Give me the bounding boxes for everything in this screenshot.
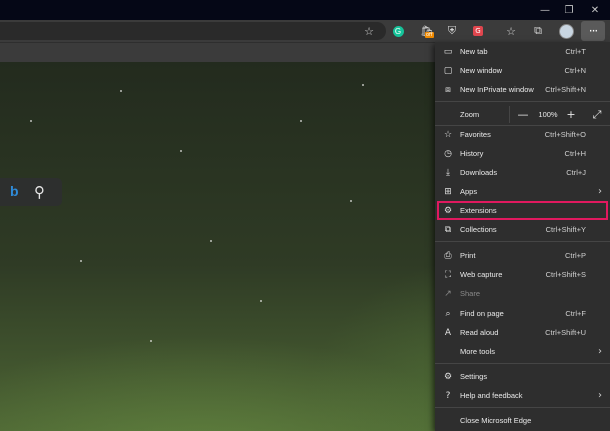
grammarly-extension-icon[interactable]: G bbox=[389, 22, 407, 40]
collections-icon[interactable]: ⧉ bbox=[529, 22, 547, 40]
zoom-row: Zoom — 100% + ⤢ bbox=[435, 105, 610, 124]
menu-item-find-on-page[interactable]: ⌕ Find on page Ctrl+F bbox=[435, 304, 610, 323]
menu-item-new-window[interactable]: ▢ New window Ctrl+N bbox=[435, 61, 610, 80]
menu-item-new-tab[interactable]: ▭ New tab Ctrl+T bbox=[435, 42, 610, 61]
menu-divider bbox=[435, 407, 610, 408]
star bbox=[180, 150, 182, 152]
zoom-label: Zoom bbox=[460, 110, 480, 119]
star bbox=[150, 340, 152, 342]
bing-logo: b bbox=[10, 183, 19, 199]
web-capture-icon: ⛶ bbox=[444, 269, 452, 280]
translate-extension-icon[interactable]: G bbox=[469, 22, 487, 40]
menu-item-downloads[interactable]: ⤓ Downloads Ctrl+J bbox=[435, 163, 610, 182]
collections-icon: ⧉ bbox=[444, 224, 452, 235]
zoom-divider bbox=[509, 106, 510, 123]
find-icon: ⌕ bbox=[445, 308, 451, 319]
menu-item-collections[interactable]: ⧉ Collections Ctrl+Shift+Y bbox=[435, 220, 610, 239]
chevron-right-icon: › bbox=[598, 390, 602, 401]
menu-item-new-inprivate-window[interactable]: ⧈ New InPrivate window Ctrl+Shift+N bbox=[435, 80, 610, 99]
chevron-right-icon: › bbox=[598, 346, 602, 357]
menu-item-web-capture[interactable]: ⛶ Web capture Ctrl+Shift+S bbox=[435, 265, 610, 284]
apps-icon: ⊞ bbox=[444, 186, 452, 197]
favorites-icon[interactable]: ☆ bbox=[502, 22, 520, 40]
shield-extension-icon[interactable]: ⛨ bbox=[443, 22, 461, 40]
zoom-in-button[interactable]: + bbox=[563, 105, 579, 124]
star bbox=[30, 120, 32, 122]
settings-menu: ▭ New tab Ctrl+T ▢ New window Ctrl+N ⧈ New In… bbox=[435, 42, 610, 431]
star bbox=[362, 84, 364, 86]
menu-divider bbox=[435, 363, 610, 364]
star bbox=[80, 260, 82, 262]
extensions-highlight-outline bbox=[437, 201, 608, 220]
history-icon: ◷ bbox=[444, 148, 452, 159]
star bbox=[300, 120, 302, 122]
menu-divider bbox=[435, 101, 610, 102]
printer-icon: ⎙ bbox=[444, 250, 452, 261]
download-icon: ⤓ bbox=[446, 167, 450, 178]
coupon-extension-icon[interactable]: 🛍off bbox=[417, 22, 435, 40]
new-tab-icon: ▭ bbox=[443, 46, 453, 57]
inprivate-icon: ⧈ bbox=[445, 84, 451, 95]
settings-and-more-button[interactable]: ··· bbox=[581, 21, 605, 41]
menu-item-history[interactable]: ◷ History Ctrl+H bbox=[435, 144, 610, 163]
read-aloud-icon: A bbox=[444, 327, 452, 338]
menu-item-help-and-feedback[interactable]: ? Help and feedback › bbox=[435, 386, 610, 405]
new-window-icon: ▢ bbox=[443, 65, 453, 76]
star bbox=[210, 240, 212, 242]
address-bar[interactable] bbox=[0, 22, 386, 40]
restore-icon[interactable]: ❐ bbox=[556, 0, 582, 20]
gear-icon: ⚙ bbox=[443, 371, 453, 382]
help-icon: ? bbox=[445, 390, 451, 401]
menu-item-more-tools[interactable]: More tools › bbox=[435, 342, 610, 361]
star bbox=[260, 300, 262, 302]
menu-item-print[interactable]: ⎙ Print Ctrl+P bbox=[435, 246, 610, 265]
add-to-favorites-icon[interactable]: ☆ bbox=[360, 22, 378, 40]
menu-item-settings[interactable]: ⚙ Settings bbox=[435, 367, 610, 386]
profile-avatar-icon[interactable] bbox=[557, 22, 575, 40]
close-icon[interactable]: ✕ bbox=[582, 0, 608, 20]
chevron-right-icon: › bbox=[598, 186, 602, 197]
star bbox=[350, 200, 352, 202]
menu-item-close-edge[interactable]: Close Microsoft Edge bbox=[435, 411, 610, 430]
search-icon[interactable]: ⚲ bbox=[34, 183, 45, 201]
menu-item-read-aloud[interactable]: A Read aloud Ctrl+Shift+U bbox=[435, 323, 610, 342]
zoom-level: 100% bbox=[538, 110, 558, 119]
menu-divider bbox=[435, 241, 610, 242]
minimize-icon[interactable]: — bbox=[532, 0, 558, 20]
fullscreen-icon[interactable]: ⤢ bbox=[588, 105, 606, 124]
menu-item-apps[interactable]: ⊞ Apps › bbox=[435, 182, 610, 201]
menu-item-favorites[interactable]: ☆ Favorites Ctrl+Shift+O bbox=[435, 125, 610, 144]
star bbox=[120, 90, 122, 92]
favorites-star-icon: ☆ bbox=[443, 129, 453, 140]
zoom-out-button[interactable]: — bbox=[515, 105, 531, 124]
share-icon: ↗ bbox=[444, 288, 452, 299]
coupon-badge: off bbox=[425, 32, 434, 38]
title-bar: — ❐ ✕ bbox=[0, 0, 610, 20]
menu-item-share: ↗ Share bbox=[435, 284, 610, 303]
